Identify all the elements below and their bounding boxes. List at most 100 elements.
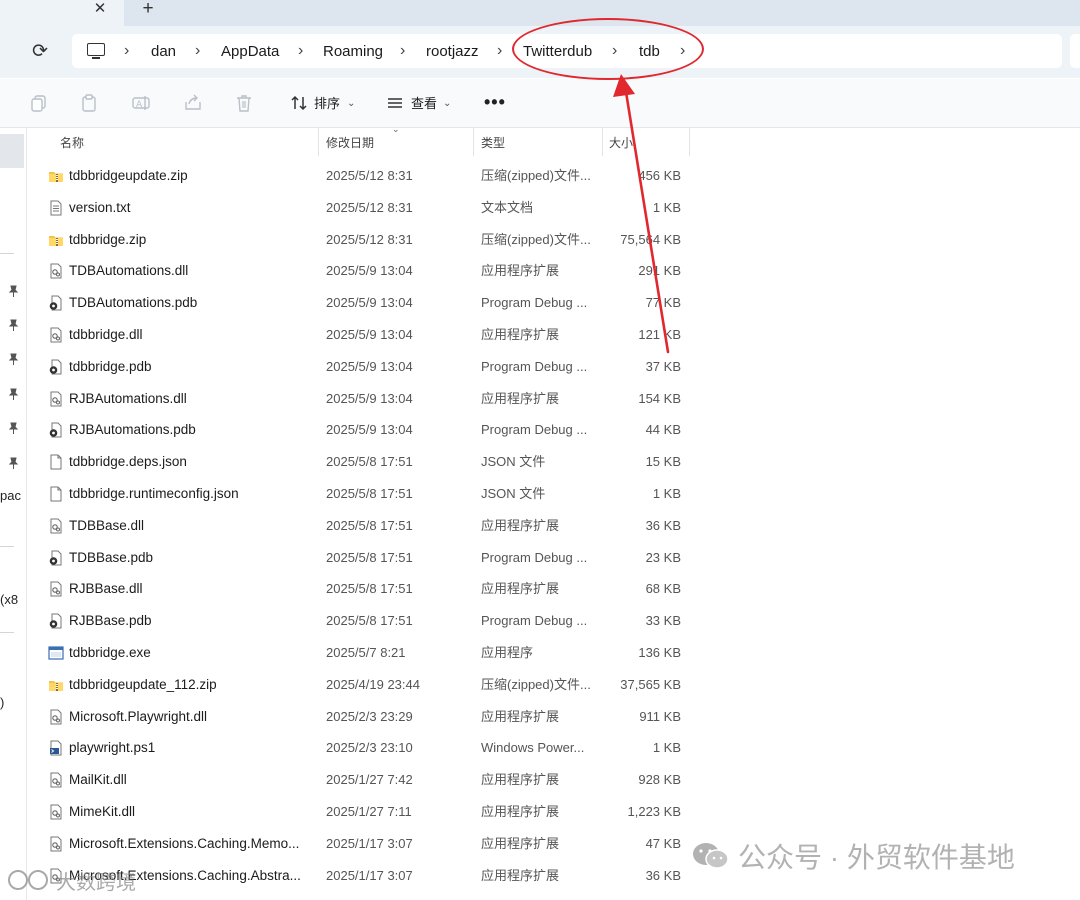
file-row[interactable]: TDBAutomations.pdb 2025/5/9 13:04 Program … [40, 288, 692, 319]
pin-icon[interactable] [8, 387, 19, 400]
file-name[interactable]: tdbbridge.dll [69, 327, 314, 343]
file-name[interactable]: TDBBase.pdb [69, 550, 314, 566]
file-name[interactable]: Microsoft.Playwright.dll [69, 709, 314, 725]
file-name[interactable]: tdbbridge.exe [69, 645, 314, 661]
file-name[interactable]: RJBBase.pdb [69, 613, 314, 629]
file-name[interactable]: tdbbridge.runtimeconfig.json [69, 486, 314, 502]
nav-item-selected[interactable] [0, 134, 24, 168]
column-header-name[interactable]: 名称 [60, 135, 84, 151]
nav-item-label[interactable]: ) [0, 695, 4, 711]
column-divider[interactable] [473, 128, 474, 156]
column-header-size[interactable]: 大小 [609, 135, 633, 151]
file-row[interactable]: playwright.ps1 2025/2/3 23:10 Windows Powe… [40, 733, 692, 764]
file-row[interactable]: TDBBase.dll 2025/5/8 17:51 应用程序扩展 36 KB [40, 511, 692, 542]
file-row[interactable]: tdbbridge.runtimeconfig.json 2025/5/8 17:… [40, 479, 692, 510]
file-row[interactable]: TDBBase.pdb 2025/5/8 17:51 Program Debug .… [40, 543, 692, 574]
watermark-corner: 大数跨境 [8, 862, 136, 898]
column-header-date[interactable]: 修改日期 [326, 135, 374, 151]
nav-item-label[interactable]: (x8 [0, 592, 18, 608]
delete-icon[interactable] [234, 93, 254, 113]
column-divider[interactable] [689, 128, 690, 156]
chevron-right-icon[interactable]: › [400, 42, 405, 60]
column-divider[interactable] [318, 128, 319, 156]
file-row[interactable]: MailKit.dll 2025/1/27 7:42 应用程序扩展 928 KB [40, 765, 692, 796]
chevron-right-icon[interactable]: › [124, 42, 129, 60]
file-name[interactable]: MailKit.dll [69, 772, 314, 788]
file-type: JSON 文件 [481, 454, 546, 470]
pin-icon[interactable] [8, 284, 19, 297]
file-name[interactable]: RJBAutomations.pdb [69, 422, 314, 438]
file-row[interactable]: tdbbridge.dll 2025/5/9 13:04 应用程序扩展 121 KB [40, 320, 692, 351]
file-name[interactable]: tdbbridge.deps.json [69, 454, 314, 470]
close-tab-icon[interactable]: ✕ [90, 0, 110, 20]
file-row[interactable]: tdbbridge.exe 2025/5/7 8:21 应用程序 136 KB [40, 638, 692, 669]
file-name[interactable]: playwright.ps1 [69, 740, 314, 756]
file-modified-date: 2025/5/9 13:04 [326, 390, 413, 406]
breadcrumb-appdata[interactable]: AppData [221, 43, 279, 61]
column-divider[interactable] [602, 128, 603, 156]
pin-icon[interactable] [8, 456, 19, 469]
pin-icon[interactable] [8, 352, 19, 365]
file-name[interactable]: RJBAutomations.dll [69, 391, 314, 407]
file-name[interactable]: MimeKit.dll [69, 804, 314, 820]
file-name[interactable]: TDBAutomations.pdb [69, 295, 314, 311]
file-row[interactable]: TDBAutomations.dll 2025/5/9 13:04 应用程序扩展 29… [40, 256, 692, 287]
search-box-edge[interactable] [1070, 34, 1080, 68]
rename-icon[interactable]: A [131, 93, 151, 113]
paste-icon[interactable] [79, 93, 99, 113]
file-size: 291 KB [638, 263, 681, 279]
this-pc-icon[interactable] [87, 43, 105, 59]
new-tab-icon[interactable]: + [138, 0, 158, 20]
file-modified-date: 2025/5/9 13:04 [326, 358, 413, 374]
file-row[interactable]: RJBAutomations.pdb 2025/5/9 13:04 Program … [40, 415, 692, 446]
file-row[interactable]: tdbbridge.pdb 2025/5/9 13:04 Program Debug… [40, 352, 692, 383]
file-modified-date: 2025/5/9 13:04 [326, 422, 413, 438]
breadcrumb-dan[interactable]: dan [151, 43, 176, 61]
pin-icon[interactable] [8, 421, 19, 434]
file-row[interactable]: RJBBase.pdb 2025/5/8 17:51 Program Debug .… [40, 606, 692, 637]
file-row[interactable]: Microsoft.Extensions.Caching.Abstra... 20… [40, 861, 692, 892]
file-name[interactable]: Microsoft.Extensions.Caching.Memo... [69, 836, 314, 852]
json-file-icon [48, 454, 64, 470]
view-button[interactable]: 查看 [411, 96, 437, 112]
file-name[interactable]: tdbbridgeupdate.zip [69, 168, 314, 184]
file-row[interactable]: Microsoft.Extensions.Caching.Memo... 2025… [40, 829, 692, 860]
pin-icon[interactable] [8, 318, 19, 331]
file-row[interactable]: Microsoft.Playwright.dll 2025/2/3 23:29 应用… [40, 702, 692, 733]
file-row[interactable]: version.txt 2025/5/12 8:31 文本文档 1 KB [40, 193, 692, 224]
file-name[interactable]: tdbbridge.pdb [69, 359, 314, 375]
sort-button[interactable]: 排序 [314, 96, 340, 112]
file-row[interactable]: tdbbridge.deps.json 2025/5/8 17:51 JSON 文件… [40, 447, 692, 478]
chevron-right-icon[interactable]: › [195, 42, 200, 60]
refresh-icon[interactable]: ⟳ [28, 40, 52, 64]
file-type: 应用程序扩展 [481, 263, 560, 279]
share-icon[interactable] [183, 93, 203, 113]
breadcrumb-rootjazz[interactable]: rootjazz [426, 43, 479, 61]
chevron-down-icon[interactable]: ⌄ [347, 96, 355, 112]
chevron-right-icon[interactable]: › [298, 42, 303, 60]
file-name[interactable]: TDBAutomations.dll [69, 263, 314, 279]
file-name[interactable]: tdbbridgeupdate_112.zip [69, 677, 314, 693]
nav-item-label[interactable]: pac [0, 488, 21, 504]
file-row[interactable]: tdbbridgeupdate_112.zip 2025/4/19 23:44 压缩… [40, 670, 692, 701]
file-row[interactable]: RJBBase.dll 2025/5/8 17:51 应用程序扩展 68 KB [40, 574, 692, 605]
file-row[interactable]: MimeKit.dll 2025/1/27 7:11 应用程序扩展 1,223 KB [40, 797, 692, 828]
file-row[interactable]: tdbbridgeupdate.zip 2025/5/12 8:31 压缩(zipp… [40, 161, 692, 192]
file-name[interactable]: TDBBase.dll [69, 518, 314, 534]
file-modified-date: 2025/5/9 13:04 [326, 327, 413, 342]
sort-icon[interactable] [289, 93, 309, 113]
file-name[interactable]: version.txt [69, 200, 314, 216]
chevron-right-icon[interactable]: › [497, 42, 502, 60]
file-size: 928 KB [638, 772, 681, 788]
chevron-down-icon[interactable]: ⌄ [443, 96, 451, 112]
copy-icon[interactable] [29, 93, 49, 113]
file-row[interactable]: RJBAutomations.dll 2025/5/9 13:04 应用程序扩展 15… [40, 384, 692, 415]
file-size: 36 KB [645, 517, 681, 533]
file-name[interactable]: RJBBase.dll [69, 581, 314, 597]
view-icon[interactable] [385, 93, 405, 113]
column-header-type[interactable]: 类型 [481, 135, 505, 151]
breadcrumb-roaming[interactable]: Roaming [323, 43, 383, 61]
file-row[interactable]: tdbbridge.zip 2025/5/12 8:31 压缩(zipped)文件.… [40, 225, 692, 256]
file-name[interactable]: tdbbridge.zip [69, 232, 314, 248]
more-options-button[interactable]: ••• [484, 92, 508, 112]
